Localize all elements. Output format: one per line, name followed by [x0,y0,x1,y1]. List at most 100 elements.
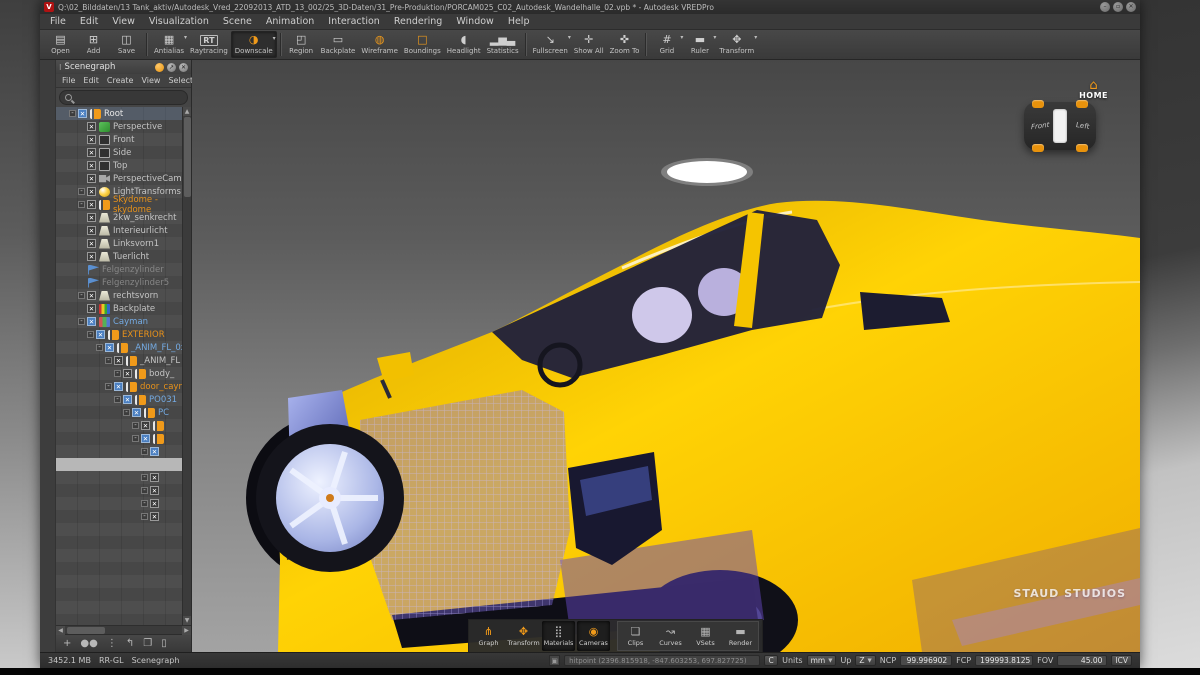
scrollbar-thumb[interactable] [184,117,191,197]
visibility-checkbox[interactable]: ✕ [87,317,96,326]
hitpoint-snap-button[interactable]: ▣ [549,655,560,666]
expander-toggle-icon[interactable]: - [114,370,121,377]
tree-row[interactable]: -✕ [56,432,182,445]
fcp-field[interactable]: 199993.8125 [975,655,1033,666]
tree-row-pc[interactable]: -✕PC [56,406,182,419]
hitpoint-field[interactable]: hitpoint (2396.815918, -847.603253, 697.… [564,655,760,666]
menu-view[interactable]: View [112,16,135,27]
antialias-button[interactable]: ▦▾Antialias [151,31,187,58]
tree-horizontal-scrollbar[interactable]: ◀ ▶ [56,625,191,634]
vsets-module-button[interactable]: ▦VSets [689,622,722,650]
raytracing-button[interactable]: RTRaytracing [187,31,231,58]
tree-row-body[interactable]: -✕body_ [56,367,182,380]
visibility-checkbox[interactable]: ✕ [150,512,159,521]
scenegraph-header[interactable]: ⁝ Scenegraph ↗ ✕ [56,60,191,74]
region-button[interactable]: ◰Region [285,31,318,58]
tree-row-top[interactable]: ✕Top [56,159,182,172]
maximize-button[interactable]: ▫ [1113,2,1123,12]
tree-row-po031[interactable]: -✕PO031 [56,393,182,406]
boundings-button[interactable]: □Boundings [401,31,444,58]
duplicate-node-button[interactable]: ●● [80,636,97,652]
minimize-button[interactable]: – [1100,2,1110,12]
tree-row-rechtsvorn[interactable]: -✕rechtsvorn [56,289,182,302]
tree-row-skydome-skydome[interactable]: -✕Skydome - skydome [56,198,182,211]
materials-module-button[interactable]: ⣿Materials [542,621,575,651]
menu-file[interactable]: File [50,16,66,27]
scroll-left-icon[interactable]: ◀ [56,626,65,635]
scenegraph-menu-file[interactable]: File [62,76,75,85]
scenegraph-search-input[interactable] [59,90,188,105]
show-all-button[interactable]: ✛Show All [571,31,607,58]
cube-corner[interactable] [1032,100,1044,108]
copy-node-button[interactable]: ❐ [143,636,152,652]
cube-face-center[interactable] [1053,109,1067,143]
visibility-checkbox[interactable]: ✕ [105,343,114,352]
menu-help[interactable]: Help [508,16,530,27]
add-button[interactable]: ⊞Add [77,31,110,58]
save-button[interactable]: ◫Save [110,31,143,58]
wireframe-button[interactable]: ◍Wireframe [358,31,401,58]
visibility-checkbox[interactable]: ✕ [87,135,96,144]
panel-pin-button[interactable] [155,63,164,72]
tree-row[interactable]: -✕ [56,484,182,497]
visibility-checkbox[interactable]: ✕ [150,447,159,456]
visibility-checkbox[interactable]: ✕ [141,421,150,430]
panel-close-button[interactable]: ✕ [179,63,188,72]
visibility-checkbox[interactable]: ✕ [87,213,96,222]
fov-field[interactable]: 45.00 [1057,655,1107,666]
view-cube[interactable]: Front Left [1024,102,1096,150]
tree-row-interieurlicht[interactable]: ✕Interieurlicht [56,224,182,237]
expander-toggle-icon[interactable]: - [132,435,139,442]
hscrollbar-thumb[interactable] [67,627,105,634]
statistics-button[interactable]: ▂▅▃Statistics [484,31,522,58]
scenegraph-menu-edit[interactable]: Edit [83,76,99,85]
dropdown-arrow-icon[interactable]: ▾ [754,34,757,41]
icv-button[interactable]: ICV [1111,655,1132,666]
scroll-down-icon[interactable]: ▼ [183,616,191,625]
transform-module-button[interactable]: ✥Transform [507,621,540,651]
expander-toggle-icon[interactable]: - [105,357,112,364]
tree-row-perspective[interactable]: ✕Perspective [56,120,182,133]
cube-corner[interactable] [1076,100,1088,108]
visibility-checkbox[interactable]: ✕ [150,486,159,495]
scenegraph-menu-select[interactable]: Select [168,76,193,85]
expander-toggle-icon[interactable]: - [132,422,139,429]
expander-toggle-icon[interactable]: - [141,474,148,481]
tree-row-perspectivecamera[interactable]: ✕PerspectiveCamera [56,172,182,185]
tree-row-root[interactable]: -✕Root [56,107,182,120]
scenegraph-menu-view[interactable]: View [141,76,160,85]
clips-module-button[interactable]: ❏Clips [619,622,652,650]
tree-row[interactable]: -✕ [56,497,182,510]
expander-toggle-icon[interactable]: - [78,201,85,208]
visibility-checkbox[interactable]: ✕ [123,395,132,404]
expander-toggle-icon[interactable]: - [141,448,148,455]
menu-window[interactable]: Window [456,16,493,27]
expander-toggle-icon[interactable]: - [69,110,76,117]
ncp-field[interactable]: 99.996902 [900,655,952,666]
scroll-up-icon[interactable]: ▲ [183,107,191,116]
visibility-checkbox[interactable]: ✕ [87,239,96,248]
dropdown-arrow-icon[interactable]: ▾ [273,35,276,42]
visibility-checkbox[interactable]: ✕ [87,200,96,209]
curves-module-button[interactable]: ↝Curves [654,622,687,650]
tree-row-side[interactable]: ✕Side [56,146,182,159]
tree-row[interactable]: -✕ [56,510,182,523]
menu-scene[interactable]: Scene [223,16,252,27]
menu-edit[interactable]: Edit [80,16,98,27]
expander-toggle-icon[interactable]: - [141,513,148,520]
visibility-checkbox[interactable]: ✕ [123,369,132,378]
grid-button[interactable]: #▾Grid [650,31,683,58]
transform-button[interactable]: ✥▾Transform [716,31,757,58]
expander-toggle-icon[interactable]: - [141,500,148,507]
tree-row-anim-fl-0x[interactable]: -✕_ANIM_FL_0x [56,341,182,354]
expander-toggle-icon[interactable]: - [87,331,94,338]
tree-row-linksvorn1[interactable]: ✕Linksvorn1 [56,237,182,250]
units-dropdown[interactable]: mm ▼ [807,655,837,666]
expander-toggle-icon[interactable]: - [78,188,85,195]
cube-face-front[interactable]: Front [1031,121,1049,132]
tree-row-backplate[interactable]: ✕Backplate [56,302,182,315]
tree-row-anim-fl[interactable]: -✕_ANIM_FL [56,354,182,367]
tree-row[interactable] [56,458,182,471]
viewport-3d[interactable]: ⌂ HOME Front Left STAUD STUDIOS ⋔Graph✥T… [192,60,1140,652]
expander-toggle-icon[interactable]: - [105,383,112,390]
